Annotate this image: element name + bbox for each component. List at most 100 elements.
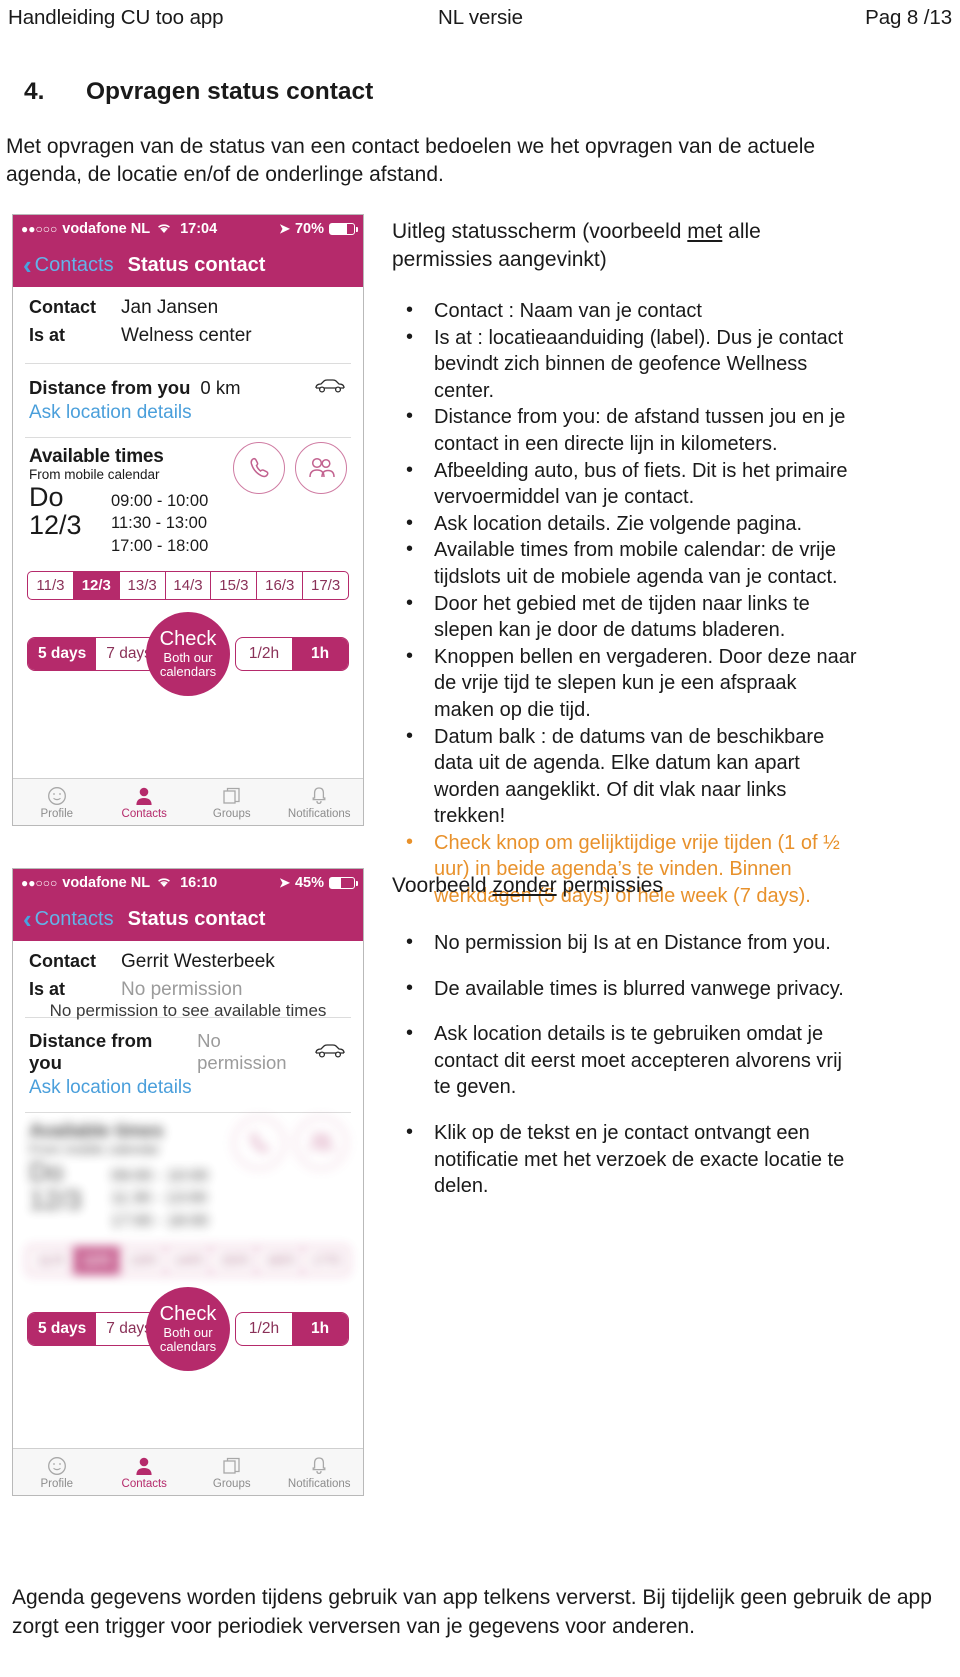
explanation-heading: Uitleg statusscherm (voorbeeld met alle … xyxy=(392,218,862,273)
phone-mockup-without-permissions: ●●○○○ vodafone NL 16:10 ➤ 45% ‹ Contacts… xyxy=(12,868,364,1496)
segment-one-hour[interactable]: 1h xyxy=(292,1312,348,1345)
date-cell[interactable]: 13/3 xyxy=(118,570,165,600)
time-slot[interactable]: 09:00 - 10:00 xyxy=(111,490,208,512)
back-button-label[interactable]: Contacts xyxy=(35,254,114,277)
person-icon xyxy=(135,1455,153,1477)
ios-status-bar: ●●○○○ vodafone NL 17:04 ➤ 70% xyxy=(13,215,363,243)
explanation-heading-underlined: met xyxy=(687,220,723,243)
check-button-line1: Check xyxy=(159,627,217,650)
list-item: Ask location details is te gebruiken omd… xyxy=(392,1020,862,1101)
contact-info-block: Contact Jan Jansen Is at Welness center xyxy=(13,287,363,361)
is-at-label: Is at xyxy=(29,979,66,999)
duration-segmented-control: 1/2h 1h xyxy=(235,636,349,671)
list-item: Door het gebied met de tijden naar links… xyxy=(392,590,862,644)
segment-half-hour[interactable]: 1/2h xyxy=(236,1313,292,1345)
date-strip: 11/3 12/3 13/3 14/3 15/3 16/3 17/3 xyxy=(27,570,350,600)
tab-notifications[interactable]: Notifications xyxy=(276,779,364,825)
contact-label: Contact xyxy=(29,297,96,317)
no-permission-notice: No permission to see available times xyxy=(49,1001,327,1020)
section-intro-paragraph: Met opvragen van de status van een conta… xyxy=(6,135,816,187)
date-cell[interactable]: 11/3 xyxy=(27,570,73,600)
date-strip: 11/3 12/3 13/3 14/3 15/3 16/3 17/3 xyxy=(27,1245,350,1275)
time-slot: 09:00 - 10:00 xyxy=(111,1167,209,1185)
carrier-label: vodafone NL xyxy=(62,221,151,237)
ios-navigation-bar: ‹ Contacts Status contact xyxy=(13,897,363,941)
tab-label: Profile xyxy=(40,1477,74,1490)
car-icon xyxy=(313,376,347,399)
is-at-value: Welness center xyxy=(121,325,252,346)
tab-contacts[interactable]: Contacts xyxy=(101,779,189,825)
signal-dots-icon: ●●○○○ xyxy=(21,876,58,890)
date-cell-selected[interactable]: 12/3 xyxy=(72,570,119,600)
tab-notifications[interactable]: Notifications xyxy=(276,1449,364,1495)
is-at-row: Is at Welness center xyxy=(29,325,347,347)
days-range-segmented-control: 5 days 7 days xyxy=(27,1311,163,1346)
header-page-number: Pag 8 /13 xyxy=(865,6,952,29)
list-item: Klik op de tekst en je contact ontvangt … xyxy=(392,1119,862,1200)
wifi-icon xyxy=(156,221,172,237)
distance-row: Distance from you No permission xyxy=(13,1018,363,1076)
tab-contacts[interactable]: Contacts xyxy=(101,1449,189,1495)
smiley-icon xyxy=(47,1455,67,1477)
location-arrow-icon: ➤ xyxy=(279,221,290,236)
no-permission-heading: Voorbeeld zonder permissies xyxy=(392,872,862,900)
ask-location-details-link[interactable]: Ask location details xyxy=(13,1076,363,1110)
segment-5-days[interactable]: 5 days xyxy=(28,637,97,670)
list-item: Is at : locatieaanduiding (label). Dus j… xyxy=(392,324,862,405)
blurred-available-times-region: Available times From mobile calendar Do … xyxy=(13,1113,363,1275)
ask-location-details-link[interactable]: Ask location details xyxy=(13,401,363,435)
list-item: Distance from you: de afstand tussen jou… xyxy=(392,403,862,457)
days-range-segmented-control: 5 days 7 days xyxy=(27,636,163,671)
document-footer-note: Agenda gegevens worden tijdens gebruik v… xyxy=(12,1586,932,1638)
time-slot[interactable]: 17:00 - 18:00 xyxy=(111,535,208,557)
list-item: De available times is blurred vanwege pr… xyxy=(392,975,862,1003)
chevron-left-icon[interactable]: ‹ xyxy=(23,906,32,932)
list-item: Available times from mobile calendar: de… xyxy=(392,536,862,590)
available-times-body: Do 12/3 09:00 - 10:00 11:30 - 13:00 17:0… xyxy=(29,1159,347,1232)
segment-5-days[interactable]: 5 days xyxy=(28,1312,97,1345)
ios-navigation-bar: ‹ Contacts Status contact xyxy=(13,243,363,287)
header-center-text: NL versie xyxy=(438,6,523,29)
no-permission-heading-part-a: Voorbeeld xyxy=(392,874,493,897)
tab-profile[interactable]: Profile xyxy=(13,1449,101,1495)
segment-one-hour[interactable]: 1h xyxy=(292,637,348,670)
is-at-label: Is at xyxy=(29,325,66,345)
distance-label: Distance from you xyxy=(29,1030,153,1073)
distance-label: Distance from you xyxy=(29,376,191,398)
contact-name-row: Contact Jan Jansen xyxy=(29,297,347,319)
date-cell[interactable]: 14/3 xyxy=(164,570,211,600)
phone-icon[interactable] xyxy=(233,442,285,494)
tab-groups[interactable]: Groups xyxy=(188,1449,276,1495)
no-permission-heading-part-b: permissies xyxy=(556,874,663,897)
time-slot: 17:00 - 18:00 xyxy=(111,1211,209,1230)
check-button-line2: Both our xyxy=(163,1324,213,1340)
tab-profile[interactable]: Profile xyxy=(13,779,101,825)
chevron-left-icon[interactable]: ‹ xyxy=(23,252,32,278)
tab-label: Contacts xyxy=(121,1477,167,1490)
day-of-week: Do xyxy=(29,482,64,512)
no-permission-block: Voorbeeld zonder permissies xyxy=(392,872,862,900)
quick-action-buttons xyxy=(233,442,347,494)
available-times-section: Available times From mobile calendar Do … xyxy=(13,438,363,557)
phone-icon xyxy=(233,1117,285,1169)
date-cell[interactable]: 15/3 xyxy=(210,570,257,600)
section-heading: 4. Opvragen status contact xyxy=(24,78,373,106)
available-times-section: Available times From mobile calendar Do … xyxy=(13,1113,363,1232)
list-item: Contact : Naam van je contact xyxy=(392,297,862,325)
date-cell[interactable]: 17/3 xyxy=(302,570,350,600)
segment-half-hour[interactable]: 1/2h xyxy=(236,638,292,670)
tab-groups[interactable]: Groups xyxy=(188,779,276,825)
explanation-heading-part-a: Uitleg statusscherm (voorbeeld xyxy=(392,220,688,243)
tab-label: Profile xyxy=(40,807,74,820)
contact-value: Gerrit Westerbeek xyxy=(121,951,275,972)
people-icon[interactable] xyxy=(295,442,347,494)
check-button-line3: calendars xyxy=(159,1338,217,1354)
time-slot[interactable]: 11:30 - 13:00 xyxy=(111,512,208,534)
tab-label: Notifications xyxy=(287,807,351,820)
tab-label: Notifications xyxy=(287,1477,351,1490)
back-button-label[interactable]: Contacts xyxy=(35,908,114,931)
check-calendars-button[interactable]: Check Both our calendars xyxy=(146,611,230,696)
check-calendars-button[interactable]: Check Both our calendars xyxy=(146,1286,230,1371)
tab-label: Groups xyxy=(212,807,251,820)
date-cell[interactable]: 16/3 xyxy=(256,570,303,600)
